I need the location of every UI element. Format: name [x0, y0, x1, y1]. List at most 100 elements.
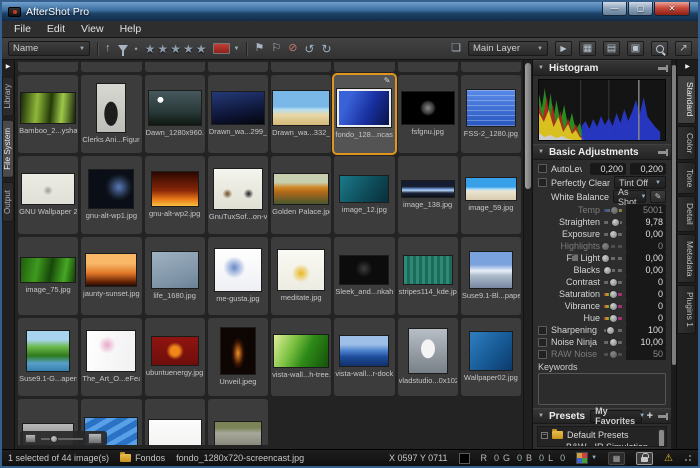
color-label-swatch[interactable] [213, 43, 230, 54]
slider-noise-ninja[interactable] [604, 341, 622, 344]
left-tab-file-system[interactable]: File System [2, 120, 14, 178]
slider-value-fill-light[interactable]: 0,00 [626, 252, 666, 264]
chevron-down-icon[interactable]: ▼ [233, 46, 239, 52]
slider-vibrance[interactable] [604, 305, 622, 308]
preset-list-scrollbar[interactable] [658, 429, 665, 444]
browse-view-button[interactable]: ▤ [603, 41, 620, 56]
checkbox-sharpening[interactable] [538, 326, 547, 335]
left-tab-output[interactable]: Output [2, 182, 14, 222]
slider-highlights[interactable] [604, 245, 622, 248]
pin-icon[interactable] [658, 415, 666, 418]
perfectly-clear-checkbox[interactable] [538, 178, 547, 187]
film-view-button[interactable]: ▦ [608, 452, 625, 465]
tree-collapse-icon[interactable]: − [541, 432, 548, 439]
thumbnail-stub[interactable] [334, 62, 394, 72]
slider-sharpening[interactable] [604, 329, 622, 332]
color-management-icon[interactable] [576, 452, 588, 464]
thumbnail-stub[interactable] [208, 62, 268, 72]
thumbnail-jaunty[interactable]: jaunty-sunset.jpg [81, 237, 141, 315]
preset-scrollbar-thumb[interactable] [659, 430, 664, 447]
thumbnail-vistapier[interactable]: vista-wall...r-dock.jpg [334, 318, 394, 396]
rotate-right-icon[interactable]: ↻ [321, 42, 331, 56]
add-preset-button[interactable]: + [647, 411, 653, 422]
preset-folder[interactable]: −Default Presets [541, 429, 656, 441]
white-balance-select[interactable]: As Shot ▼ [613, 190, 646, 203]
menu-view[interactable]: View [73, 22, 112, 36]
rating-none-icon[interactable]: • [135, 44, 138, 54]
thumbnail-stripes[interactable]: stripes114_kde.jpg [398, 237, 458, 315]
star-rating-filter[interactable]: ★★★★★ [145, 43, 207, 55]
slider-blacks[interactable] [604, 269, 622, 272]
thumbnail-image59[interactable]: image_59.jpg [461, 156, 521, 234]
menu-file[interactable]: File [6, 22, 39, 36]
checkbox-noise-ninja[interactable] [538, 338, 547, 347]
thumbnail-gnualt2[interactable]: gnu-alt-wp2.jpg [145, 156, 205, 234]
right-tab-detail[interactable]: Detail [677, 196, 696, 232]
star-icon[interactable]: ★ [145, 43, 156, 55]
small-thumbnail-icon[interactable] [25, 434, 36, 443]
thumbnail-stub[interactable] [145, 62, 205, 72]
right-tab-color[interactable]: Color [677, 126, 696, 160]
thumbnail-dawn[interactable]: Dawn_1280x960.jpg [145, 75, 205, 153]
pin-icon[interactable] [658, 67, 666, 70]
thumbnail-goldenpalace[interactable]: Golden Palace.jpg [271, 156, 331, 234]
panel-scrollbar-thumb[interactable] [672, 65, 676, 365]
chevron-down-icon[interactable]: ▼ [591, 455, 597, 461]
color-label-filter[interactable]: ▼ [213, 43, 239, 54]
slider-value-saturation[interactable]: 0 [626, 288, 666, 300]
slider-value-highlights[interactable]: 0 [626, 240, 666, 252]
basic-adjustments-header[interactable]: ▼ Basic Adjustments [533, 144, 671, 160]
collapse-left-panel-icon[interactable]: ▶ [6, 60, 11, 74]
slider-knob[interactable] [609, 338, 618, 347]
grid-scrollbar[interactable] [523, 60, 532, 449]
warning-icon[interactable]: ⚠ [664, 453, 673, 464]
slider-exposure[interactable] [604, 233, 622, 236]
thumbnail-size-knob[interactable] [50, 435, 58, 443]
thumbnail-suse91bl[interactable]: Suse9.1-Bl...papers.jpg [461, 237, 521, 315]
autolevel-low-value[interactable]: 0,200 [590, 163, 626, 175]
rotate-left-icon[interactable]: ↺ [304, 42, 314, 56]
thumbnail-unveil[interactable]: Unveil.jpeg [208, 318, 268, 396]
thumbnail-artfear[interactable]: The_Art_O...eFear.jpg [81, 318, 141, 396]
eyedropper-button[interactable]: ✎ [650, 190, 666, 203]
large-thumbnail-icon[interactable] [88, 433, 102, 444]
thumbnail-gnualt1[interactable]: gnu-alt-wp1.jpg [81, 156, 141, 234]
slideshow-button[interactable]: ▶ [555, 41, 572, 56]
thumbnail-view-button[interactable]: ▦ [579, 41, 596, 56]
slider-value-blacks[interactable]: 0,00 [626, 264, 666, 276]
collapse-section-icon[interactable]: ▼ [538, 149, 544, 155]
slider-knob[interactable] [611, 218, 620, 227]
preset-item-b-w-ir-simulation[interactable]: B&W - IR Simulation [541, 441, 656, 447]
thumbnail-image75[interactable]: image_75.jpg [18, 237, 78, 315]
collapse-right-panel-icon[interactable]: ▶ [685, 60, 690, 74]
slider-knob[interactable] [609, 302, 618, 311]
slider-knob[interactable] [606, 326, 615, 335]
slider-temp[interactable] [604, 209, 622, 212]
thumbnail-image12[interactable]: image_12.jpg [334, 156, 394, 234]
thumbnail-gnuwall2[interactable]: GNU Wallpaper 2.jpg [18, 156, 78, 234]
slider-hue[interactable] [604, 317, 622, 320]
autolevel-high-value[interactable]: 0,200 [630, 163, 666, 175]
thumbnail-life1680[interactable]: life_1680.jpg [145, 237, 205, 315]
image-view-button[interactable]: ▣ [627, 41, 644, 56]
flag-reject-icon[interactable]: ⚐ [271, 43, 281, 54]
thumbnail-megusta[interactable]: me-gusta.jpg [208, 237, 268, 315]
collapse-section-icon[interactable]: ▼ [538, 413, 544, 419]
thumbnail-night299[interactable]: Drawn_wa...299_.jpg [208, 75, 268, 153]
thumbnail-bamboo[interactable]: Bamboo_2...ysha.jpg [18, 75, 78, 153]
slider-knob[interactable] [601, 254, 610, 263]
current-folder[interactable]: Fondos [120, 453, 165, 463]
histogram-header[interactable]: ▼ Histogram [533, 60, 671, 76]
thumbnail-size-slider[interactable] [41, 438, 83, 440]
color-management-control[interactable]: ▼ [576, 452, 597, 464]
star-icon[interactable]: ★ [170, 43, 181, 55]
thumbnail-fss[interactable]: FSS-2_1280.jpg [461, 75, 521, 153]
slider-knob[interactable] [601, 242, 610, 251]
maximize-button[interactable]: ▢ [628, 2, 653, 16]
thumbnail-beach332[interactable]: Drawn_wa...332_.jpg [271, 75, 331, 153]
slider-knob[interactable] [609, 230, 618, 239]
preset-collection-select[interactable]: My Favorites ▼ [590, 410, 641, 423]
thumbnail-ubuntu[interactable]: ubuntuenergy.jpg [145, 318, 205, 396]
slider-value-straighten[interactable]: 9,78 [626, 216, 666, 228]
thumbnail-fondo[interactable]: ✎fondo_128...ncast.jpg [334, 75, 394, 153]
